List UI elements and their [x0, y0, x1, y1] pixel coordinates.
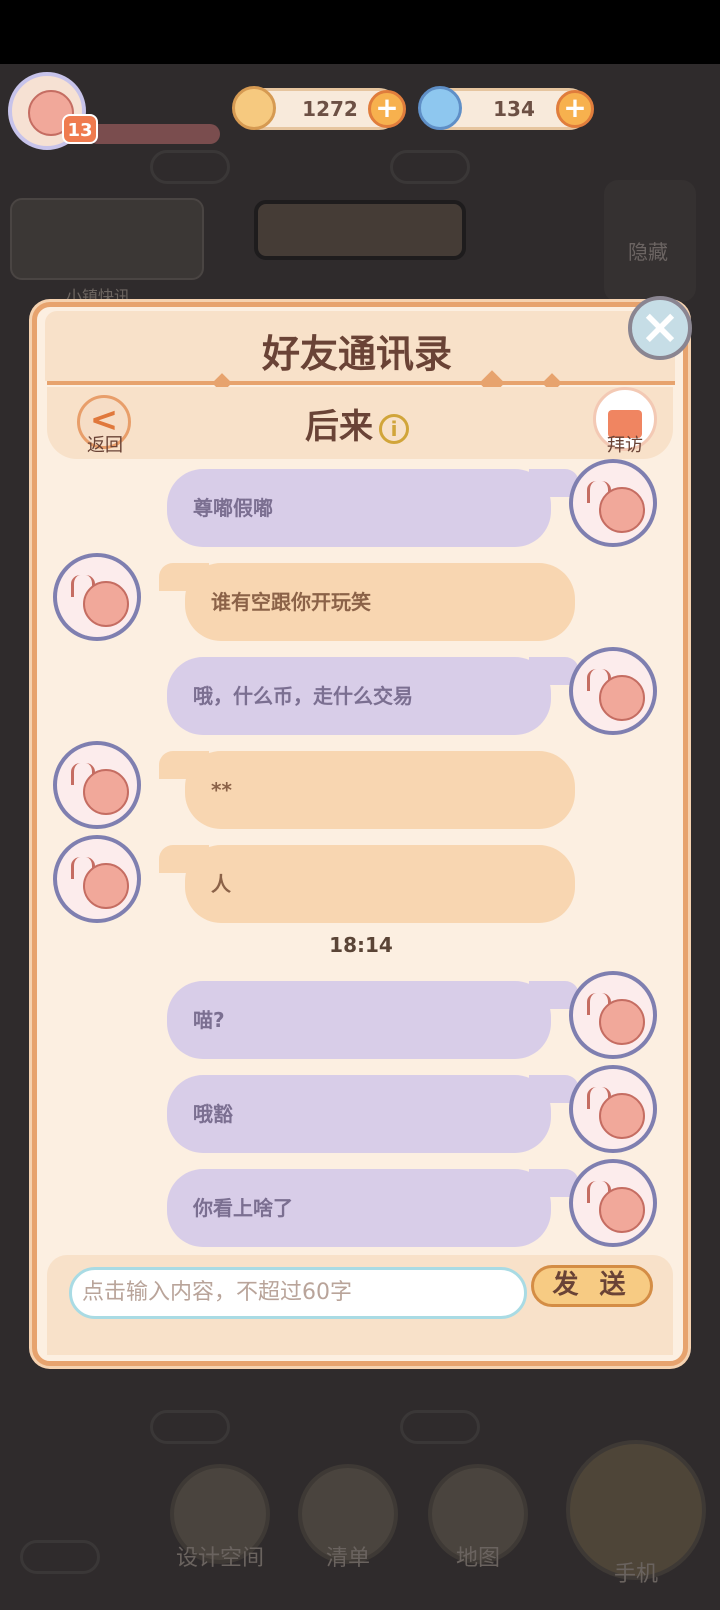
my-avatar[interactable]	[569, 647, 657, 735]
visit-label: 拜访	[607, 435, 643, 456]
add-gems-button[interactable]: +	[556, 90, 594, 128]
coin-icon	[232, 86, 276, 130]
chat-header-title: 后来 i	[37, 399, 677, 448]
my-avatar[interactable]	[569, 459, 657, 547]
snail-shell-icon	[599, 999, 645, 1045]
friend-avatar[interactable]	[53, 741, 141, 829]
my-message-bubble: 哦豁	[167, 1075, 579, 1153]
message-row: 哦豁	[51, 1065, 671, 1157]
header-divider	[47, 381, 675, 385]
my-message-bubble: 你看上啥了	[167, 1169, 579, 1247]
snail-shell-icon	[599, 675, 645, 721]
status-bar	[0, 0, 720, 64]
message-row: 人	[51, 835, 671, 927]
level-badge: 13	[62, 114, 98, 144]
message-input[interactable]: 点击输入内容，不超过60字	[69, 1267, 527, 1319]
message-row: 喵?	[51, 971, 671, 1063]
weather-panel[interactable]	[254, 200, 466, 260]
snail-shell-icon	[599, 1093, 645, 1139]
friend-message-bubble: 谁有空跟你开玩笑	[159, 563, 575, 641]
friend-contacts-dialog: 好友通讯录 < 返回 后来 i 拜访 尊嘟假嘟 谁有空跟你开玩笑 哦，什么币，走什…	[32, 302, 688, 1366]
message-timestamp: 18:14	[329, 933, 393, 957]
cloud-decoration	[20, 1540, 100, 1574]
snail-shell-icon	[83, 863, 129, 909]
friend-avatar[interactable]	[53, 835, 141, 923]
snail-shell-icon	[83, 581, 129, 627]
dialog-title: 好友通讯录	[261, 332, 452, 376]
hide-ui-label: 隐藏	[628, 240, 668, 264]
map-label: 地图	[455, 1546, 500, 1571]
friend-message-bubble: **	[159, 751, 575, 829]
my-avatar[interactable]	[569, 1159, 657, 1247]
cloud-decoration	[150, 1410, 230, 1444]
close-button[interactable]: ×	[628, 296, 692, 360]
message-row: 你看上啥了	[51, 1159, 671, 1251]
gem-icon	[418, 86, 462, 130]
design-space-label: 设计空间	[175, 1546, 264, 1571]
experience-bar	[88, 124, 220, 144]
chat-message-list[interactable]: 尊嘟假嘟 谁有空跟你开玩笑 哦，什么币，走什么交易 ** 人 18:14 喵? …	[51, 459, 671, 1255]
friend-message-bubble: 人	[159, 845, 575, 923]
my-avatar[interactable]	[569, 971, 657, 1059]
info-icon[interactable]: i	[379, 413, 409, 444]
message-row: 哦，什么币，走什么交易	[51, 647, 671, 739]
friend-avatar[interactable]	[53, 553, 141, 641]
snail-shell-icon	[83, 769, 129, 815]
phone-label: 手机	[613, 1562, 658, 1587]
snail-shell-icon	[599, 1187, 645, 1233]
my-avatar[interactable]	[569, 1065, 657, 1153]
message-row: 谁有空跟你开玩笑	[51, 553, 671, 645]
add-coins-button[interactable]: +	[368, 90, 406, 128]
my-message-bubble: 喵?	[167, 981, 579, 1059]
town-news-card[interactable]	[10, 198, 204, 280]
my-message-bubble: 哦，什么币，走什么交易	[167, 657, 579, 735]
friend-name: 后来	[305, 407, 373, 447]
my-message-bubble: 尊嘟假嘟	[167, 469, 579, 547]
message-row: **	[51, 741, 671, 833]
send-button[interactable]: 发 送	[531, 1265, 653, 1307]
list-label: 清单	[325, 1546, 370, 1571]
message-row: 尊嘟假嘟	[51, 459, 671, 551]
cloud-decoration	[150, 150, 230, 184]
snail-shell-icon	[599, 487, 645, 533]
cloud-decoration	[400, 1410, 480, 1444]
cloud-decoration	[390, 150, 470, 184]
